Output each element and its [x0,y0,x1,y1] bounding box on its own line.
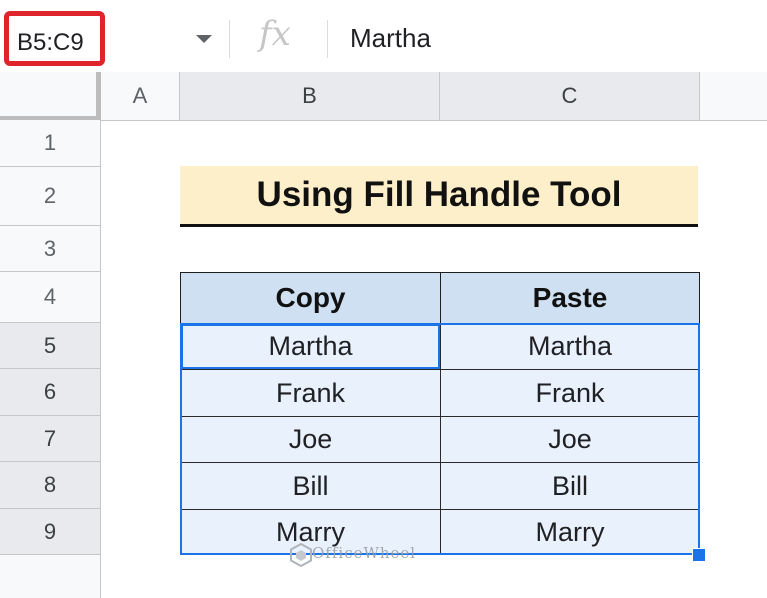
table-cell-paste-3[interactable]: Joe [440,416,700,463]
table-header-copy[interactable]: Copy [180,272,441,324]
fill-handle[interactable] [692,548,706,562]
fx-icon: fx [259,14,291,54]
officewheel-logo-icon [290,543,312,567]
column-header-a[interactable]: A [101,72,180,120]
row-header-9[interactable]: 9 [0,509,101,555]
table-cell-copy-4[interactable]: Bill [180,462,441,510]
table-cell-copy-3[interactable]: Joe [180,416,441,463]
formula-input[interactable]: Martha [350,23,431,54]
row-header-3[interactable]: 3 [0,226,101,272]
name-box-dropdown-icon[interactable] [196,35,212,43]
table-cell-paste-1[interactable]: Martha [440,323,700,370]
column-header-d[interactable] [700,72,767,120]
row-header-5[interactable]: 5 [0,323,101,369]
row-header-10[interactable] [0,555,101,598]
name-box[interactable]: B5:C9 [4,11,105,66]
table-cell-paste-4[interactable]: Bill [440,462,700,510]
row-header-2[interactable]: 2 [0,167,101,226]
formula-bar-divider [327,20,328,58]
row-header-4[interactable]: 4 [0,272,101,323]
select-all-corner[interactable] [0,72,101,121]
column-header-c[interactable]: C [440,72,700,120]
row-header-7[interactable]: 7 [0,416,101,462]
table-cell-paste-2[interactable]: Frank [440,369,700,417]
sheet-title[interactable]: Using Fill Handle Tool [180,166,698,227]
watermark-text: OfficeWheel [312,544,417,562]
table-cell-copy-1[interactable]: Martha [180,323,441,370]
row-header-6[interactable]: 6 [0,369,101,416]
table-cell-copy-2[interactable]: Frank [180,369,441,417]
row-header-1[interactable]: 1 [0,120,101,167]
column-header-b[interactable]: B [180,72,440,120]
table-header-paste[interactable]: Paste [440,272,700,324]
formula-bar-divider [229,20,230,58]
name-box-value: B5:C9 [17,29,84,56]
table-cell-paste-5[interactable]: Marry [440,509,700,555]
row-header-8[interactable]: 8 [0,462,101,509]
